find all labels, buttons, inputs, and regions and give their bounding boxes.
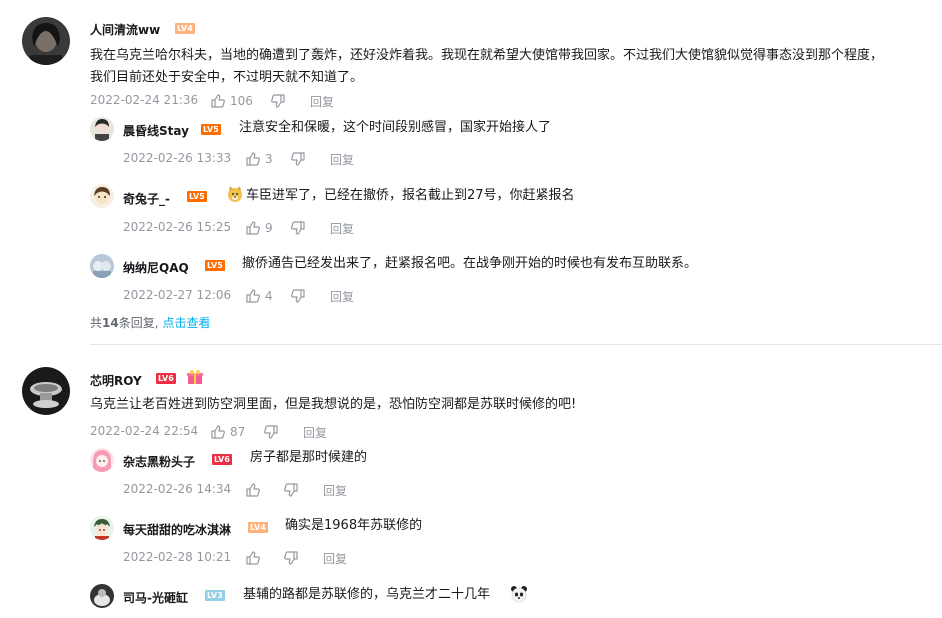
- reply-text: 基辅的路都是苏联修的，乌克兰才二十几年: [243, 587, 491, 602]
- username[interactable]: 人间清流ww: [90, 21, 160, 38]
- level-badge: LV6: [156, 373, 176, 384]
- reply-button[interactable]: 回复: [323, 482, 347, 499]
- reply-summary: 共14条回复, 点击查看: [90, 314, 211, 331]
- avatar[interactable]: [90, 254, 114, 278]
- like-button[interactable]: 3: [245, 151, 273, 167]
- username[interactable]: 每天甜甜的吃冰淇淋: [123, 521, 231, 538]
- like-button[interactable]: 87: [210, 424, 245, 440]
- username[interactable]: 晨昏线Stay: [123, 122, 189, 139]
- username[interactable]: 奇兔子_-: [123, 190, 170, 207]
- username[interactable]: 纳纳尼QAQ: [123, 259, 189, 276]
- reply-button[interactable]: 回复: [310, 93, 334, 110]
- timestamp: 2022-02-24 21:36: [90, 93, 199, 107]
- thumb-up-icon: [246, 289, 260, 303]
- like-count: 87: [230, 425, 246, 439]
- level-badge: LV5: [205, 260, 225, 271]
- thumb-down-icon: [264, 425, 278, 439]
- avatar[interactable]: [22, 367, 70, 415]
- comment-line: 我们目前还处于安全中，不过明天就不知道了。: [90, 70, 364, 85]
- like-button[interactable]: 4: [245, 288, 273, 304]
- thumb-up-icon: [246, 152, 260, 166]
- dislike-button[interactable]: [290, 220, 306, 236]
- timestamp: 2022-02-27 12:06: [123, 288, 232, 302]
- reply-text: 撤侨通告已经发出来了，赶紧报名吧。在战争刚开始的时候也有发布互助联系。: [242, 256, 698, 271]
- avatar[interactable]: [90, 184, 114, 208]
- thumb-down-icon: [291, 152, 305, 166]
- avatar[interactable]: [90, 117, 114, 141]
- like-button[interactable]: [245, 482, 265, 498]
- dislike-button[interactable]: [290, 151, 306, 167]
- summary-prefix: 共: [90, 316, 103, 330]
- reply-button[interactable]: 回复: [303, 424, 327, 441]
- comment-text: 我在乌克兰哈尔科夫，当地的确遭到了轰炸，还好没炸着我。我现在就希望大使馆带我回家…: [90, 45, 883, 89]
- thumb-up-icon: [246, 221, 260, 235]
- gift-badge-icon: [186, 369, 204, 389]
- thumb-up-icon: [246, 551, 260, 565]
- username[interactable]: 芯明ROY: [90, 372, 142, 389]
- like-count: 4: [265, 289, 273, 303]
- level-badge: LV5: [201, 124, 221, 135]
- reply-text: 房子都是那时候建的: [250, 450, 368, 465]
- dislike-button[interactable]: [290, 288, 306, 304]
- level-badge: LV6: [212, 454, 232, 465]
- timestamp: 2022-02-26 13:33: [123, 151, 232, 165]
- thumb-down-icon: [284, 551, 298, 565]
- summary-suffix: 条回复,: [118, 316, 159, 330]
- comment-thread: 人间清流ww LV4 我在乌克兰哈尔科夫，当地的确遭到了轰炸，还好没炸着我。我现…: [0, 0, 942, 345]
- comment-text: 乌克兰让老百姓进到防空洞里面，但是我想说的是，恐怕防空洞都是苏联时候修的吧!: [90, 397, 577, 412]
- thumb-up-icon: [246, 483, 260, 497]
- avatar[interactable]: [22, 17, 70, 65]
- thumb-down-icon: [271, 94, 285, 108]
- comment-line: 我在乌克兰哈尔科夫，当地的确遭到了轰炸，还好没炸着我。我现在就希望大使馆带我回家…: [90, 48, 884, 63]
- thumb-down-icon: [291, 289, 305, 303]
- reply-text: 注意安全和保暖，这个时间段别感冒，国家开始接人了: [239, 120, 552, 135]
- thumb-down-icon: [284, 483, 298, 497]
- timestamp: 2022-02-24 22:54: [90, 424, 199, 438]
- like-button[interactable]: 106: [210, 93, 253, 109]
- dislike-button[interactable]: [270, 93, 286, 109]
- reply-button[interactable]: 回复: [330, 151, 354, 168]
- view-all-replies-link[interactable]: 点击查看: [163, 316, 211, 330]
- level-badge: LV3: [205, 590, 225, 601]
- level-badge: LV4: [248, 522, 268, 533]
- like-button[interactable]: 9: [245, 220, 273, 236]
- avatar[interactable]: [90, 584, 114, 608]
- doge-emoji-icon: [226, 185, 244, 207]
- reply-button[interactable]: 回复: [330, 288, 354, 305]
- dislike-button[interactable]: [283, 550, 299, 566]
- like-count: 3: [265, 152, 273, 166]
- avatar[interactable]: [90, 516, 114, 540]
- username[interactable]: 杂志黑粉头子: [123, 453, 195, 470]
- timestamp: 2022-02-26 15:25: [123, 220, 232, 234]
- like-count: 9: [265, 221, 273, 235]
- username[interactable]: 司马-光砸缸: [123, 589, 188, 606]
- thumb-up-icon: [211, 425, 225, 439]
- dislike-button[interactable]: [283, 482, 299, 498]
- like-button[interactable]: [245, 550, 265, 566]
- reply-text: 车臣进军了，已经在撤侨，报名截止到27号，你赶紧报名: [246, 188, 575, 203]
- reply-count: 14: [102, 316, 119, 330]
- avatar[interactable]: [90, 448, 114, 472]
- timestamp: 2022-02-26 14:34: [123, 482, 232, 496]
- like-count: 106: [230, 94, 253, 108]
- divider: [90, 344, 942, 345]
- level-badge: LV5: [187, 191, 207, 202]
- dislike-button[interactable]: [263, 424, 279, 440]
- timestamp: 2022-02-28 10:21: [123, 550, 232, 564]
- thumb-down-icon: [291, 221, 305, 235]
- thumb-up-icon: [211, 94, 225, 108]
- level-badge: LV4: [175, 23, 195, 34]
- reply-text: 确实是1968年苏联修的: [285, 518, 423, 533]
- panda-emoji-icon: [510, 585, 528, 607]
- reply-button[interactable]: 回复: [330, 220, 354, 237]
- reply-button[interactable]: 回复: [323, 550, 347, 567]
